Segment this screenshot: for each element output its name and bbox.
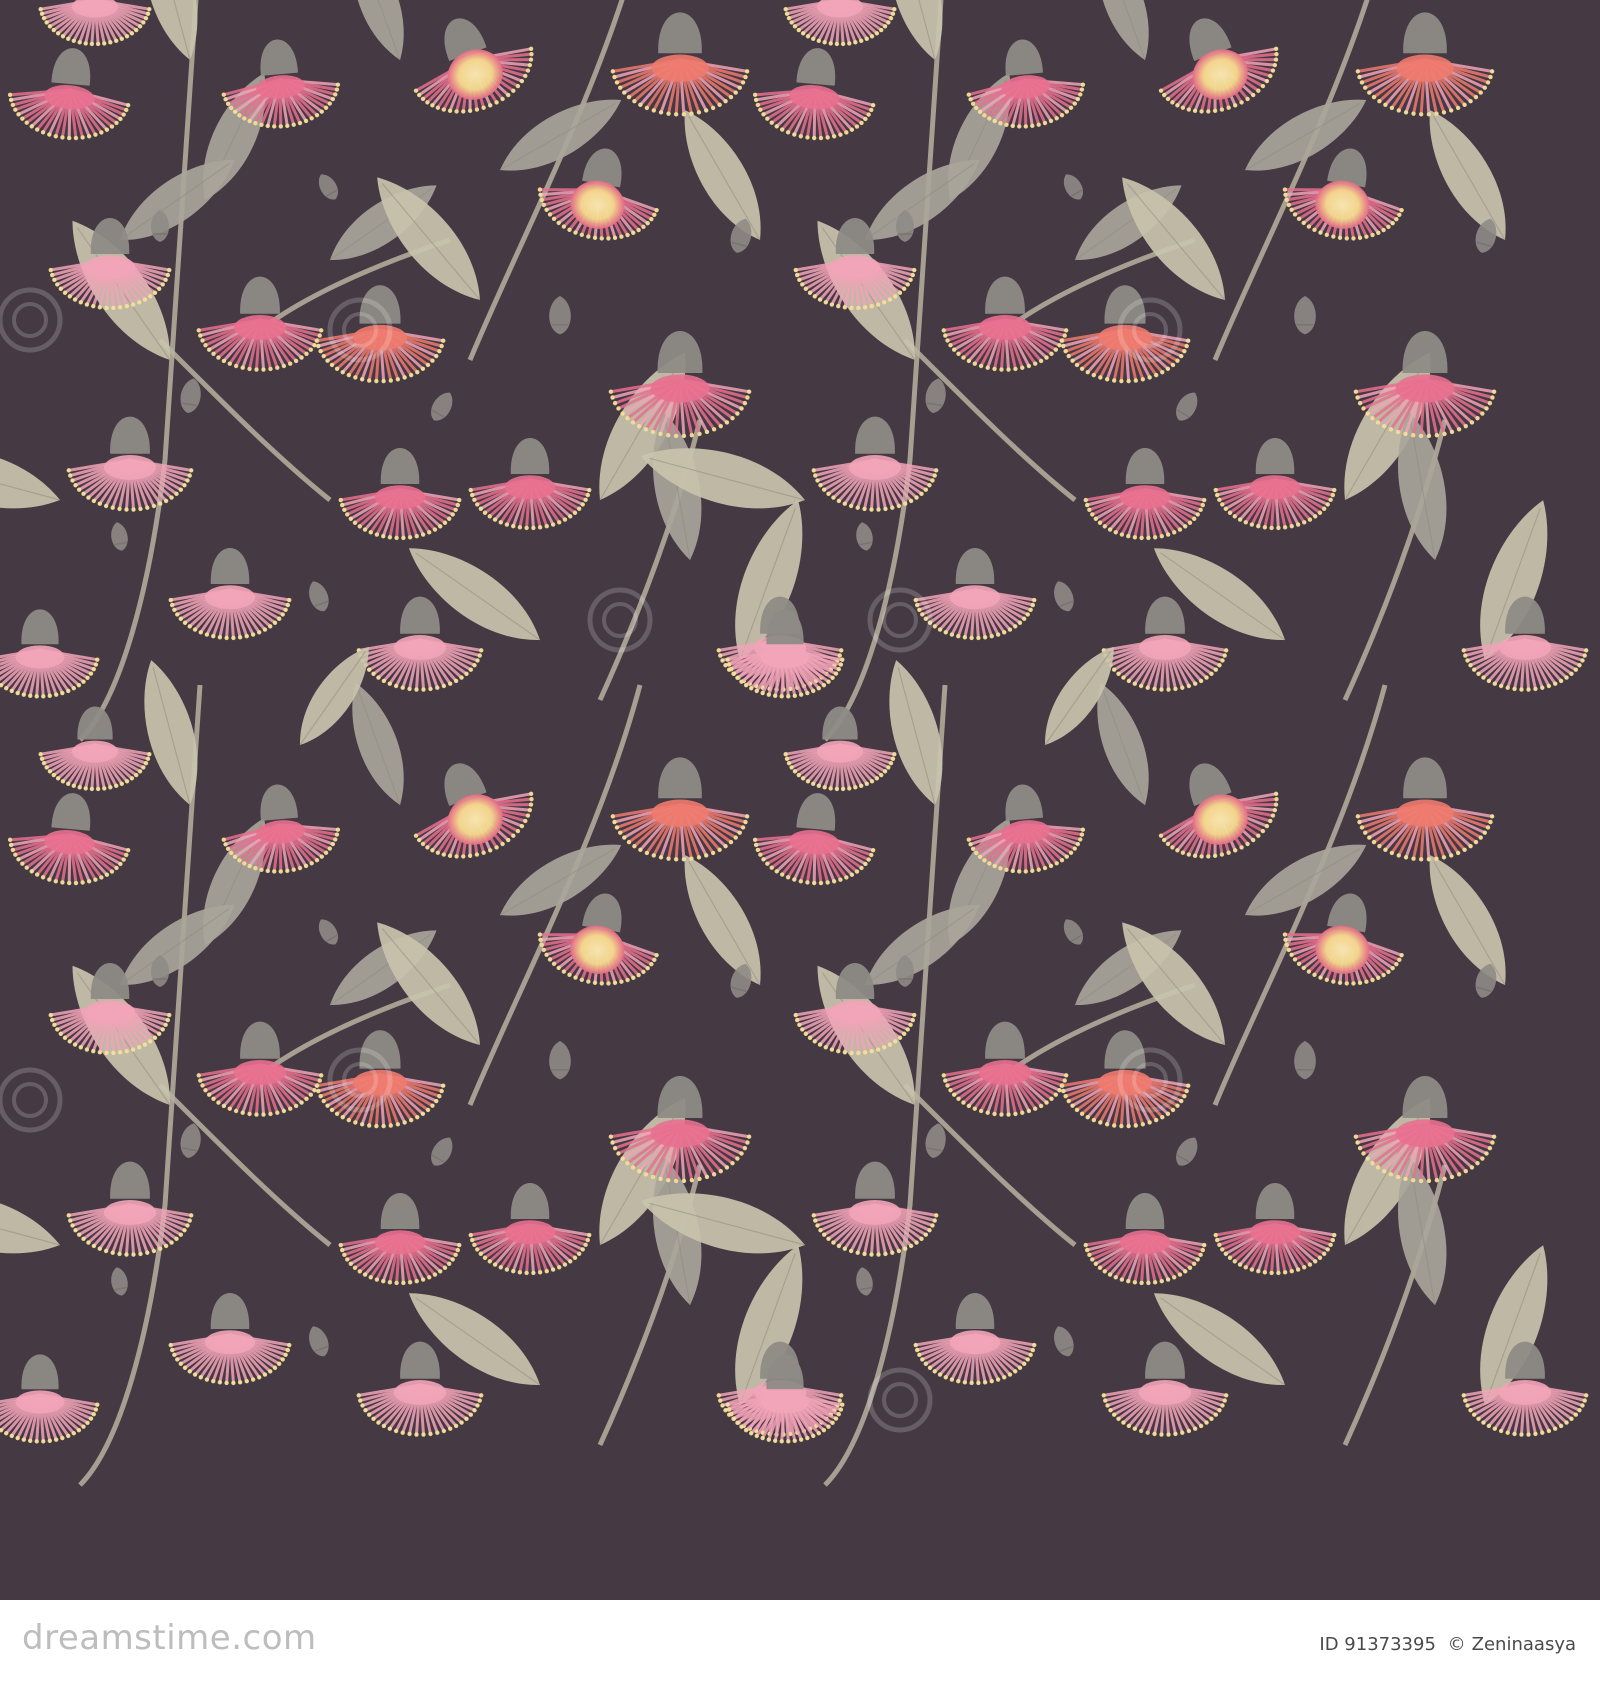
gum-blossom xyxy=(38,0,152,47)
leaf-shape xyxy=(889,0,943,60)
copyright-symbol: © xyxy=(1447,1634,1466,1655)
gum-blossom xyxy=(1059,285,1191,384)
gum-blossom xyxy=(752,48,876,141)
gum-nut-bud xyxy=(1054,1326,1074,1357)
gum-nut-bud xyxy=(1176,1137,1198,1166)
gum-blossom xyxy=(413,763,534,859)
gum-blossom xyxy=(1355,12,1495,117)
gum-blossom xyxy=(610,12,750,117)
id-value: 91373395 xyxy=(1344,1634,1436,1655)
gum-blossom xyxy=(7,793,131,886)
gum-blossom xyxy=(338,1193,462,1286)
eucalyptus-flower-pattern xyxy=(0,0,1589,1487)
watermark-swirl xyxy=(0,287,63,353)
gum-nut-bud xyxy=(1294,296,1316,335)
leaf-shape xyxy=(1097,0,1149,60)
gum-nut-bud xyxy=(431,1137,453,1166)
gum-blossom xyxy=(783,0,897,47)
leaf-shape xyxy=(0,1193,60,1254)
gum-blossom xyxy=(338,448,462,541)
pattern-tile xyxy=(640,0,1589,742)
gum-nut-bud xyxy=(1176,392,1198,421)
gum-nut-bud xyxy=(431,392,453,421)
gum-blossom xyxy=(66,416,194,512)
pattern-tile xyxy=(640,646,1589,1487)
leaf-shape xyxy=(144,0,198,60)
stock-footer: dreamstime.com ID 91373395 © Zeninaasya xyxy=(0,1600,1600,1690)
gum-blossom xyxy=(1213,438,1337,531)
leaf-shape xyxy=(352,0,404,60)
gum-blossom xyxy=(168,1293,292,1386)
gum-nut-bud xyxy=(1063,174,1084,200)
gum-blossom xyxy=(468,438,592,531)
gum-blossom xyxy=(314,1030,446,1129)
gum-nut-bud xyxy=(549,1041,571,1080)
gum-nut-bud xyxy=(309,1326,329,1357)
watermark-swirl xyxy=(867,1367,933,1433)
gum-nut-bud xyxy=(856,522,873,551)
gum-nut-bud xyxy=(318,174,339,200)
id-label: ID xyxy=(1319,1634,1339,1655)
gum-blossom xyxy=(1158,18,1279,114)
gum-nut-bud xyxy=(856,1267,873,1296)
pattern-tile xyxy=(0,0,844,742)
leaf-shape xyxy=(0,448,60,509)
gum-blossom xyxy=(941,1021,1069,1117)
gum-nut-bud xyxy=(1054,581,1074,612)
gum-blossom xyxy=(7,48,131,141)
gum-nut-bud xyxy=(111,522,128,551)
image-credit: ID 91373395 © Zeninaasya xyxy=(1319,1634,1576,1655)
gum-blossom xyxy=(1059,1030,1191,1129)
gum-blossom xyxy=(811,416,939,512)
gum-nut-bud xyxy=(111,1267,128,1296)
gum-blossom xyxy=(1461,596,1589,692)
gum-nut-bud xyxy=(549,296,571,335)
gum-blossom xyxy=(196,1021,324,1117)
gum-nut-bud xyxy=(1294,1041,1316,1080)
gum-blossom xyxy=(1083,448,1207,541)
gum-blossom xyxy=(610,757,750,862)
gum-blossom xyxy=(752,793,876,886)
gum-blossom xyxy=(941,276,1069,372)
floral-pattern-artwork xyxy=(0,0,1600,1600)
gum-blossom xyxy=(1158,763,1279,859)
gum-blossom xyxy=(1083,1193,1207,1286)
gum-blossom xyxy=(0,609,100,699)
gum-nut-bud xyxy=(318,919,339,945)
pattern-tile xyxy=(0,646,844,1487)
gum-blossom xyxy=(38,706,152,792)
gum-blossom xyxy=(413,18,534,114)
gum-blossom xyxy=(314,285,446,384)
gum-blossom xyxy=(0,1354,100,1444)
gum-blossom xyxy=(913,1293,1037,1386)
gum-nut-bud xyxy=(309,581,329,612)
watermark-swirl xyxy=(587,587,653,653)
gum-blossom xyxy=(811,1161,939,1257)
gum-blossom xyxy=(468,1183,592,1276)
watermark-logo: dreamstime.com xyxy=(22,1618,317,1658)
author-name: Zeninaasya xyxy=(1471,1634,1576,1655)
gum-blossom xyxy=(913,548,1037,641)
gum-blossom xyxy=(66,1161,194,1257)
gum-blossom xyxy=(1213,1183,1337,1276)
gum-blossom xyxy=(783,706,897,792)
gum-blossom xyxy=(1355,757,1495,862)
gum-blossom xyxy=(1461,1341,1589,1437)
gum-blossom xyxy=(196,276,324,372)
gum-nut-bud xyxy=(1063,919,1084,945)
gum-blossom xyxy=(168,548,292,641)
watermark-swirl xyxy=(0,1067,63,1133)
logo-text: dreamstime.com xyxy=(22,1618,317,1658)
